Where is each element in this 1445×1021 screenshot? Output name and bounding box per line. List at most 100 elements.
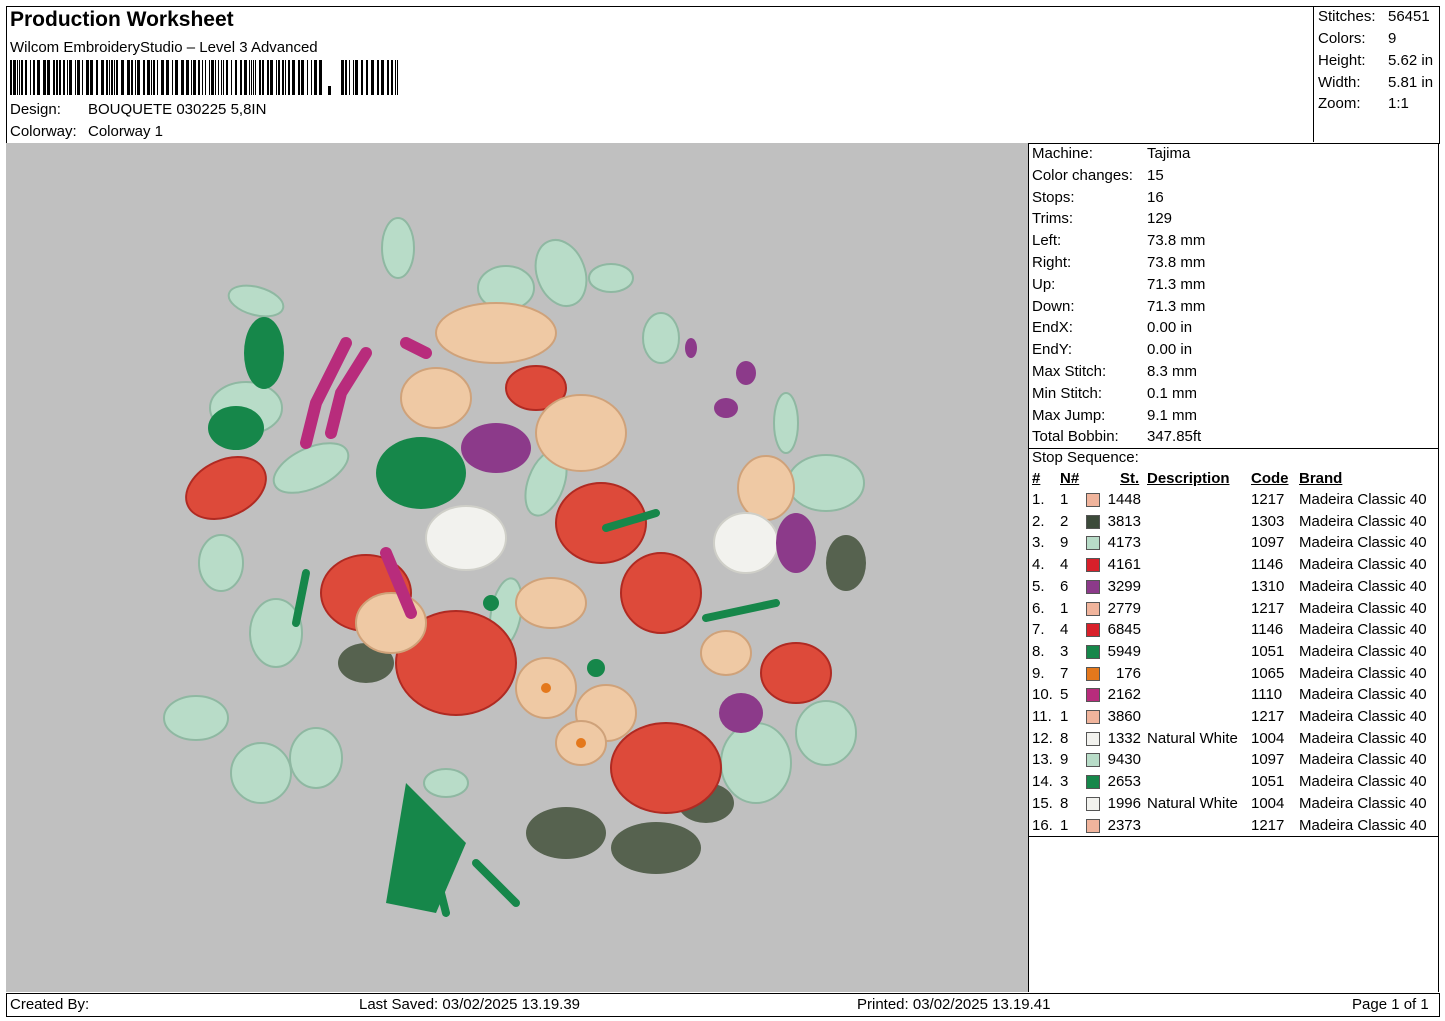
machine-info-label: Down: (1032, 297, 1075, 315)
divider (1029, 836, 1438, 837)
machine-info-value: Tajima (1147, 145, 1191, 162)
color-swatch (1086, 796, 1100, 811)
row-needle: 8 (1060, 729, 1069, 747)
row-index: 13. (1032, 751, 1053, 769)
row-needle: 4 (1060, 621, 1069, 639)
table-row: 5. 6 3299 1310 Madeira Classic 40 (1029, 578, 1438, 598)
row-index: 4. (1032, 556, 1045, 574)
col-code: Code (1251, 470, 1289, 487)
row-stitches: 1448 (1107, 491, 1141, 508)
color-swatch (1086, 579, 1100, 594)
row-stitches: 9430 (1107, 751, 1141, 769)
row-brand: Madeira Classic 40 (1299, 621, 1427, 639)
machine-info-label: Total Bobbin: (1032, 428, 1119, 446)
row-index: 10. (1032, 686, 1053, 704)
row-needle: 8 (1060, 794, 1069, 812)
machine-info-label: Max Stitch: (1032, 363, 1107, 380)
row-stitches: 4161 (1107, 556, 1141, 574)
table-row: 16. 1 2373 1217 Madeira Classic 40 (1029, 817, 1438, 837)
row-needle: 2 (1060, 512, 1069, 530)
machine-info-row: Up: 71.3 mm (1032, 275, 1205, 293)
printed-date: Printed: 03/02/2025 13.19.41 (857, 996, 1051, 1013)
row-stitches: 2162 (1107, 686, 1141, 704)
machine-info-row: Min Stitch: 0.1 mm (1032, 384, 1197, 402)
machine-info-row: Down: 71.3 mm (1032, 297, 1205, 315)
row-code: 1217 (1251, 816, 1285, 834)
row-brand: Madeira Classic 40 (1299, 599, 1427, 617)
row-description: Natural White (1147, 729, 1238, 747)
table-row: 4. 4 4161 1146 Madeira Classic 40 (1029, 556, 1438, 576)
color-swatch (1086, 536, 1100, 551)
color-swatch (1086, 688, 1100, 703)
row-needle: 3 (1060, 773, 1069, 791)
row-code: 1004 (1251, 729, 1285, 747)
machine-info-label: Stops: (1032, 188, 1075, 206)
design-preview (6, 143, 1029, 992)
row-index: 7. (1032, 621, 1045, 639)
stat-width: Width: 5.81 in (1318, 74, 1434, 91)
machine-info-value: 0.1 mm (1147, 384, 1198, 402)
machine-info-value: 9.1 mm (1147, 406, 1198, 424)
info-panel: Machine: Tajima Color changes: 15 Stops: 16 Tr… (1029, 143, 1439, 992)
row-index: 1. (1032, 491, 1045, 508)
row-code: 1051 (1251, 642, 1285, 660)
row-code: 1065 (1251, 664, 1285, 682)
row-needle: 5 (1060, 686, 1069, 704)
machine-info-row: Trims: 129 (1032, 210, 1172, 228)
machine-info-label: Up: (1032, 275, 1056, 293)
row-stitches: 1996 (1107, 794, 1141, 812)
table-row: 9. 7 176 1065 Madeira Classic 40 (1029, 665, 1438, 685)
stats-box: Stitches: 56451 Colors: 9 Height: 5.62 in W… (1313, 6, 1439, 142)
table-row: 11. 1 3860 1217 Madeira Classic 40 (1029, 708, 1438, 728)
row-stitches: 2373 (1107, 816, 1141, 834)
table-row: 1. 1 1448 1217 Madeira Classic 40 (1029, 491, 1438, 511)
row-index: 16. (1032, 816, 1053, 834)
row-code: 1217 (1251, 599, 1285, 617)
table-row: 10. 5 2162 1110 Madeira Classic 40 (1029, 686, 1438, 706)
row-brand: Madeira Classic 40 (1299, 751, 1427, 769)
row-brand: Madeira Classic 40 (1299, 708, 1427, 725)
created-by: Created By: (10, 996, 90, 1013)
color-swatch (1086, 558, 1100, 573)
row-code: 1097 (1251, 751, 1285, 769)
machine-info-label: Min Stitch: (1032, 384, 1103, 402)
row-stitches: 176 (1115, 664, 1141, 682)
barcode (10, 60, 398, 95)
machine-info-value: 73.8 mm (1147, 254, 1206, 271)
row-stitches: 5949 (1107, 642, 1141, 660)
machine-info-value: 0.00 in (1147, 319, 1193, 337)
machine-info-row: Right: 73.8 mm (1032, 254, 1205, 271)
row-index: 5. (1032, 577, 1045, 595)
design-value: BOUQUETE 030225 5,8IN (88, 101, 267, 118)
stat-colors: Colors: 9 (1318, 30, 1397, 47)
machine-info-label: Machine: (1032, 145, 1093, 162)
machine-info-label: Trims: (1032, 210, 1074, 228)
machine-info-label: Right: (1032, 254, 1072, 271)
row-stitches: 6845 (1107, 621, 1141, 639)
machine-info-row: EndY: 0.00 in (1032, 341, 1192, 358)
bouquet-embroidery-image (163, 217, 866, 917)
machine-info-row: Color changes: 15 (1032, 167, 1164, 184)
stat-zoom: Zoom: 1:1 (1318, 95, 1409, 112)
row-needle: 3 (1060, 642, 1069, 660)
row-code: 1310 (1251, 577, 1285, 595)
last-saved: Last Saved: 03/02/2025 13.19.39 (359, 996, 581, 1013)
color-swatch (1086, 818, 1100, 833)
table-row: 7. 4 6845 1146 Madeira Classic 40 (1029, 621, 1438, 641)
page-title: Production Worksheet (10, 8, 234, 31)
row-needle: 1 (1060, 599, 1069, 617)
table-row: 12. 8 1332 Natural White 1004 Madeira Classic… (1029, 730, 1438, 750)
col-brand: Brand (1299, 470, 1343, 487)
row-brand: Madeira Classic 40 (1299, 729, 1427, 747)
row-brand: Madeira Classic 40 (1299, 556, 1427, 574)
software-name: Wilcom EmbroideryStudio – Level 3 Advanc… (10, 39, 318, 56)
row-brand: Madeira Classic 40 (1299, 512, 1427, 530)
machine-info-row: EndX: 0.00 in (1032, 319, 1192, 336)
table-row: 8. 3 5949 1051 Madeira Classic 40 (1029, 643, 1438, 663)
table-row: 15. 8 1996 Natural White 1004 Madeira Classic… (1029, 795, 1438, 815)
color-swatch (1086, 710, 1100, 724)
color-swatch (1086, 514, 1100, 529)
row-brand: Madeira Classic 40 (1299, 491, 1427, 508)
row-index: 14. (1032, 773, 1053, 791)
row-description: Natural White (1147, 794, 1238, 812)
